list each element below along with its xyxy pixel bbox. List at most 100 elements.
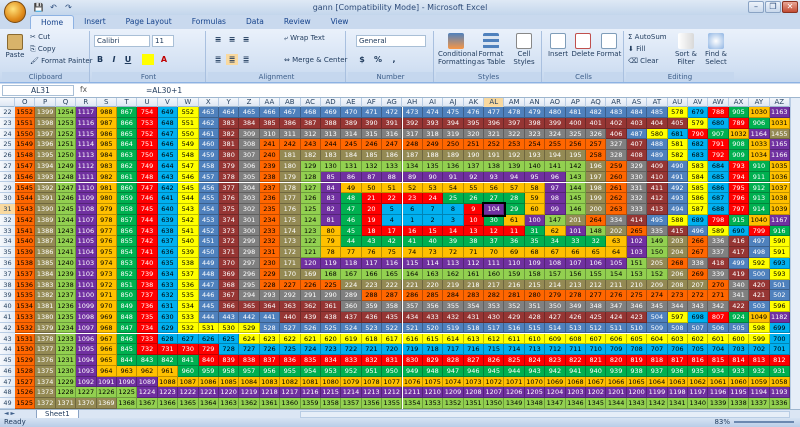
grid-cell[interactable]: 965 bbox=[96, 355, 117, 366]
grid-cell[interactable]: 816 bbox=[688, 355, 709, 366]
row-header[interactable]: 37 bbox=[0, 269, 15, 280]
grid-cell[interactable]: 859 bbox=[116, 193, 138, 205]
grid-cell[interactable]: 681 bbox=[667, 128, 689, 140]
grid-cell[interactable]: 414 bbox=[626, 214, 648, 226]
grid-cell[interactable]: 792 bbox=[708, 150, 729, 161]
grid-cell[interactable]: 907 bbox=[708, 128, 729, 140]
grid-cell[interactable]: 141 bbox=[545, 160, 566, 172]
column-header[interactable]: AX bbox=[729, 98, 750, 107]
grid-cell[interactable]: 112 bbox=[463, 258, 485, 269]
row-header[interactable]: 45 bbox=[0, 355, 15, 366]
grid-cell[interactable]: 1382 bbox=[35, 290, 56, 302]
grid-cell[interactable]: 343 bbox=[688, 301, 709, 312]
grid-cell[interactable]: 129 bbox=[300, 160, 321, 172]
grid-cell[interactable]: 539 bbox=[178, 247, 199, 258]
grid-cell[interactable]: 1197 bbox=[688, 387, 709, 399]
column-header[interactable]: AH bbox=[403, 98, 423, 107]
grid-cell[interactable]: 1111 bbox=[76, 171, 97, 183]
grid-cell[interactable]: 854 bbox=[116, 247, 138, 258]
grid-cell[interactable]: 1206 bbox=[504, 387, 525, 399]
grid-cell[interactable]: 93 bbox=[484, 171, 505, 183]
grid-cell[interactable]: 684 bbox=[708, 160, 729, 172]
grid-cell[interactable]: 986 bbox=[96, 128, 117, 140]
grid-cell[interactable]: 621 bbox=[300, 333, 321, 345]
grid-cell[interactable]: 740 bbox=[137, 258, 158, 269]
grid-cell[interactable]: 53 bbox=[422, 182, 444, 194]
grid-cell[interactable]: 620 bbox=[320, 333, 342, 345]
grid-cell[interactable]: 495 bbox=[647, 214, 668, 226]
grid-cell[interactable]: 906 bbox=[749, 117, 770, 129]
grid-cell[interactable]: 58 bbox=[524, 182, 546, 194]
grid-cell[interactable]: 798 bbox=[708, 214, 729, 226]
grid-cell[interactable]: 827 bbox=[463, 355, 485, 366]
grid-cell[interactable]: 480 bbox=[545, 107, 566, 118]
grid-cell[interactable]: 347 bbox=[606, 301, 627, 312]
grid-cell[interactable]: 856 bbox=[116, 225, 138, 237]
grid-cell[interactable]: 94 bbox=[504, 171, 525, 183]
align-center-icon[interactable]: ≣ bbox=[226, 54, 238, 65]
grid-cell[interactable]: 971 bbox=[96, 290, 117, 302]
grid-cell[interactable]: 641 bbox=[157, 193, 179, 205]
grid-cell[interactable]: 955 bbox=[280, 365, 301, 377]
grid-cell[interactable]: 463 bbox=[198, 107, 219, 118]
grid-cell[interactable]: 535 bbox=[178, 290, 199, 302]
grid-cell[interactable]: 686 bbox=[708, 182, 729, 194]
grid-cell[interactable]: 1536 bbox=[15, 279, 36, 291]
grid-cell[interactable]: 530 bbox=[218, 322, 240, 334]
grid-cell[interactable]: 475 bbox=[443, 107, 464, 118]
grid-cell[interactable]: 644 bbox=[157, 160, 179, 172]
grid-cell[interactable]: 439 bbox=[300, 311, 321, 323]
grid-cell[interactable]: 645 bbox=[157, 150, 179, 161]
column-header[interactable]: Q bbox=[56, 98, 77, 107]
grid-cell[interactable]: 1164 bbox=[749, 128, 770, 140]
grid-cell[interactable]: 1253 bbox=[55, 117, 77, 129]
italic-button[interactable]: I bbox=[108, 54, 120, 65]
minimize-button[interactable]: – bbox=[748, 1, 764, 13]
grid-cell[interactable]: 706 bbox=[667, 344, 689, 356]
grid-cell[interactable]: 624 bbox=[239, 333, 260, 345]
grid-cell[interactable]: 1078 bbox=[361, 376, 383, 388]
grid-cell[interactable]: 1039 bbox=[769, 204, 790, 215]
grid-cell[interactable]: 953 bbox=[320, 365, 342, 377]
grid-cell[interactable]: 529 bbox=[239, 322, 260, 334]
grid-cell[interactable]: 242 bbox=[280, 139, 301, 151]
grid-cell[interactable]: 1339 bbox=[708, 398, 729, 409]
grid-cell[interactable]: 959 bbox=[198, 365, 219, 377]
grid-cell[interactable]: 1072 bbox=[484, 376, 505, 388]
grid-cell[interactable]: 477 bbox=[484, 107, 505, 118]
grid-cell[interactable]: 1200 bbox=[626, 387, 648, 399]
grid-cell[interactable]: 1163 bbox=[769, 107, 790, 118]
grid-cell[interactable]: 434 bbox=[402, 311, 423, 323]
grid-cell[interactable]: 911 bbox=[749, 171, 770, 183]
grid-cell[interactable]: 1345 bbox=[586, 398, 607, 409]
grid-cell[interactable]: 303 bbox=[239, 193, 260, 205]
grid-cell[interactable]: 548 bbox=[178, 150, 199, 161]
grid-cell[interactable]: 114 bbox=[422, 258, 444, 269]
grid-cell[interactable]: 533 bbox=[178, 311, 199, 323]
grid-cell[interactable]: 487 bbox=[626, 128, 648, 140]
grid-cell[interactable]: 913 bbox=[749, 193, 770, 205]
grid-cell[interactable]: 27 bbox=[484, 193, 505, 205]
grid-cell[interactable]: 181 bbox=[280, 150, 301, 161]
grid-cell[interactable]: 714 bbox=[504, 344, 525, 356]
grid-cell[interactable]: 49 bbox=[341, 182, 362, 194]
font-name-select[interactable]: Calibri bbox=[94, 35, 150, 47]
grid-cell[interactable]: 103 bbox=[626, 247, 648, 258]
column-header[interactable]: AI bbox=[423, 98, 444, 107]
grid-cell[interactable]: 65 bbox=[586, 247, 607, 258]
grid-cell[interactable]: 1358 bbox=[320, 398, 342, 409]
grid-cell[interactable]: 747 bbox=[137, 182, 158, 194]
grid-cell[interactable]: 1356 bbox=[361, 398, 383, 409]
grid-cell[interactable]: 1551 bbox=[15, 117, 36, 129]
grid-cell[interactable]: 1061 bbox=[708, 376, 729, 388]
grid-cell[interactable]: 291 bbox=[300, 290, 321, 302]
grid-cell[interactable]: 238 bbox=[259, 171, 281, 183]
grid-cell[interactable]: 625 bbox=[218, 333, 240, 345]
grid-cell[interactable]: 400 bbox=[565, 117, 587, 129]
grid-cell[interactable]: 522 bbox=[382, 322, 403, 334]
grid-cell[interactable]: 198 bbox=[586, 182, 607, 194]
grid-cell[interactable]: 1210 bbox=[422, 387, 444, 399]
grid-cell[interactable]: 479 bbox=[524, 107, 546, 118]
grid-cell[interactable]: 279 bbox=[545, 290, 566, 302]
grid-cell[interactable]: 1236 bbox=[55, 301, 77, 312]
